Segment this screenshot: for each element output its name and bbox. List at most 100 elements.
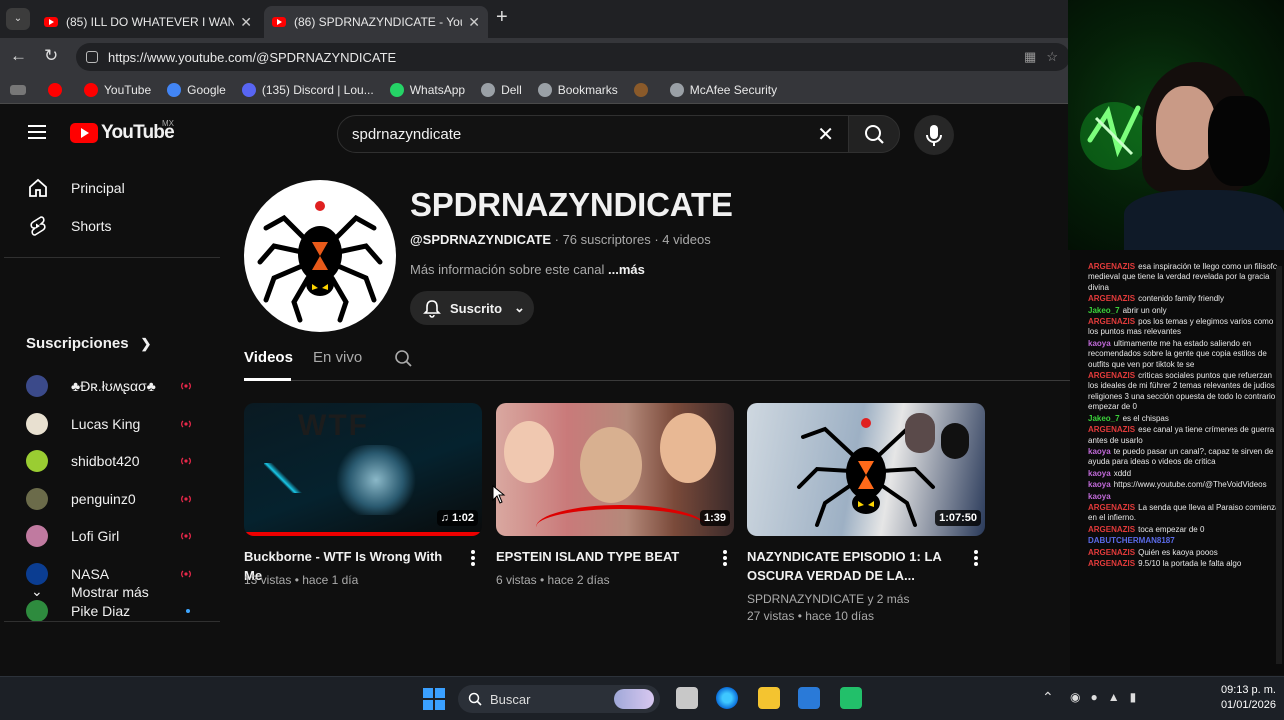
bookmark-item[interactable]: WhatsApp — [389, 82, 465, 97]
video-card[interactable]: 1:07:50 NAZYNDICATE EPISODIO 1: LA OSCUR… — [747, 403, 985, 623]
video-options-icon[interactable] — [974, 550, 978, 566]
bookmark-favicon-icon — [167, 82, 182, 97]
chat-username[interactable]: Jakeo_7 — [1088, 306, 1120, 315]
video-options-icon[interactable] — [723, 550, 727, 566]
sidebar-subscription[interactable]: shidbot420 — [4, 442, 220, 480]
microsoft-store-icon[interactable] — [798, 687, 820, 709]
address-bar[interactable]: https://www.youtube.com/@SPDRNAZYNDICATE… — [76, 43, 1070, 71]
bookmark-item[interactable]: Dell — [481, 82, 522, 97]
star-icon[interactable]: ☆ — [1046, 49, 1068, 64]
chat-scrollbar[interactable] — [1276, 266, 1282, 664]
video-title[interactable]: NAZYNDICATE EPISODIO 1: LA OSCURA VERDAD… — [747, 547, 957, 585]
search-input[interactable]: spdrnazyndicate ✕ — [337, 115, 849, 153]
taskbar-search[interactable]: Buscar — [458, 685, 660, 713]
video-duration-value: 1:02 — [451, 512, 474, 524]
chevron-right-icon: ❯ — [140, 336, 152, 351]
browser-tab-active[interactable]: (86) SPDRNAZYNDICATE - YouTube ✕ — [264, 6, 488, 38]
chat-username[interactable]: kaoya — [1088, 339, 1111, 348]
clear-search-icon[interactable]: ✕ — [817, 122, 834, 147]
chat-username[interactable]: ARGENAZIS — [1088, 503, 1135, 512]
voice-search-button[interactable] — [914, 115, 954, 155]
sidebar-subscription[interactable]: Lofi Girl — [4, 517, 220, 555]
sidebar-subscription[interactable]: penguinz0 — [4, 480, 220, 518]
sidebar-subscription[interactable]: ♣Đʀ.łʊʍʂασ♣ — [4, 367, 220, 405]
avatar — [26, 412, 48, 435]
system-tray-icons[interactable]: ◉●▲▮ — [1070, 690, 1146, 704]
spider-logo-icon — [257, 201, 383, 323]
bookmark-item[interactable]: McAfee Security — [669, 82, 777, 97]
file-explorer-icon[interactable] — [758, 687, 780, 709]
bookmark-item[interactable]: Bookmarks — [537, 82, 618, 97]
chat-username[interactable]: ARGENAZIS — [1088, 548, 1135, 557]
show-more-button[interactable]: ⌄ Mostrar más — [4, 573, 220, 611]
reload-icon[interactable]: ↻ — [44, 46, 58, 66]
chat-message: ARGENAZIS esa inspiración te llego como u… — [1088, 262, 1280, 293]
windows-start-icon[interactable] — [422, 687, 446, 711]
channel-avatar[interactable] — [244, 180, 396, 332]
sidebar-subscription[interactable]: Lucas King — [4, 405, 220, 443]
site-info-icon[interactable] — [86, 51, 98, 63]
chat-username[interactable]: Jakeo_7 — [1088, 414, 1120, 423]
app-green-icon[interactable] — [840, 687, 862, 709]
chat-username[interactable]: kaoya — [1088, 469, 1111, 478]
tab-search-menu-button[interactable]: ⌄ — [6, 8, 30, 30]
tab-videos[interactable]: Videos — [244, 349, 293, 366]
channel-search-icon[interactable] — [394, 349, 412, 367]
bookmark-item[interactable]: (135) Discord | Lou... — [241, 82, 374, 97]
chat-username[interactable]: kaoya — [1088, 480, 1111, 489]
chat-username[interactable]: kaoya — [1088, 447, 1111, 456]
menu-hamburger-icon[interactable] — [28, 125, 46, 139]
edge-browser-icon[interactable] — [716, 687, 738, 709]
more-link[interactable]: ...más — [608, 262, 645, 277]
mouse-cursor-icon — [492, 485, 506, 504]
new-tab-plus-icon[interactable]: + — [496, 6, 508, 29]
video-collaborators[interactable]: SPDRNAZYNDICATE y 2 más — [747, 592, 909, 606]
search-button[interactable] — [848, 115, 900, 153]
video-title[interactable]: EPSTEIN ISLAND TYPE BEAT — [496, 547, 706, 566]
chat-username[interactable]: ARGENAZIS — [1088, 294, 1135, 303]
channel-about[interactable]: Más información sobre este canal ...más — [410, 262, 645, 277]
tab-live[interactable]: En vivo — [313, 349, 362, 366]
app-install-icon[interactable]: ▦ — [1024, 49, 1046, 64]
video-thumbnail[interactable]: 1:07:50 — [747, 403, 985, 536]
video-card[interactable]: 1:39 EPSTEIN ISLAND TYPE BEAT 6 vistas •… — [496, 403, 734, 587]
chat-username[interactable]: ARGENAZIS — [1088, 371, 1135, 380]
video-thumbnail[interactable]: WTF ♫ 1:02 — [244, 403, 482, 536]
bookmark-label: Dell — [501, 82, 522, 97]
chat-username[interactable]: ARGENAZIS — [1088, 525, 1135, 534]
subscribed-button[interactable]: Suscrito ⌄ — [410, 291, 534, 325]
chat-username[interactable]: kaoya — [1088, 492, 1111, 501]
browser-tab[interactable]: (85) ILL DO WHATEVER I WANT W ✕ — [36, 6, 260, 38]
youtube-logo[interactable]: YouTube MX — [70, 119, 175, 144]
sidebar-item-home[interactable]: Principal — [4, 169, 220, 207]
back-arrow-icon[interactable]: ← — [10, 46, 27, 66]
bookmark-item[interactable]: Google — [167, 82, 226, 97]
bookmark-favicon-icon — [633, 82, 648, 97]
video-options-icon[interactable] — [471, 550, 475, 566]
youtube-play-icon — [70, 123, 98, 143]
sidebar-item-shorts[interactable]: Shorts — [4, 207, 220, 245]
chat-username[interactable]: ARGENAZIS — [1088, 559, 1135, 568]
chat-username[interactable]: ARGENAZIS — [1088, 425, 1135, 434]
chat-username[interactable]: DABUTCHERMAN8187 — [1088, 536, 1175, 545]
bookmark-item[interactable] — [48, 82, 68, 97]
thumbnail-accent — [264, 463, 304, 493]
bookmark-favicon-icon — [669, 82, 684, 97]
shorts-icon — [30, 216, 46, 236]
address-bar-tools: ▦☆ — [1024, 49, 1068, 65]
live-indicator-icon — [181, 532, 191, 540]
video-card[interactable]: WTF ♫ 1:02 Buckborne - WTF Is Wrong With… — [244, 403, 482, 587]
chat-username[interactable]: ARGENAZIS — [1088, 317, 1135, 326]
bookmark-item[interactable]: YouTube — [84, 82, 151, 97]
chat-username[interactable]: ARGENAZIS — [1088, 262, 1135, 271]
bookmark-item[interactable] — [633, 82, 654, 97]
video-thumbnail[interactable]: 1:39 — [496, 403, 734, 536]
subscriptions-heading[interactable]: Suscripciones ❯ — [26, 335, 151, 352]
chat-message: ARGENAZIS contenido family friendly — [1088, 294, 1280, 304]
bookmarks-menu-icon[interactable] — [10, 84, 32, 95]
close-tab-icon[interactable]: ✕ — [468, 14, 480, 31]
system-clock[interactable]: 09:13 p. m. 01/01/2026 — [1221, 683, 1276, 713]
task-view-icon[interactable] — [676, 687, 698, 709]
chevron-up-icon[interactable]: ⌃ — [1042, 689, 1054, 706]
close-tab-icon[interactable]: ✕ — [240, 14, 252, 31]
